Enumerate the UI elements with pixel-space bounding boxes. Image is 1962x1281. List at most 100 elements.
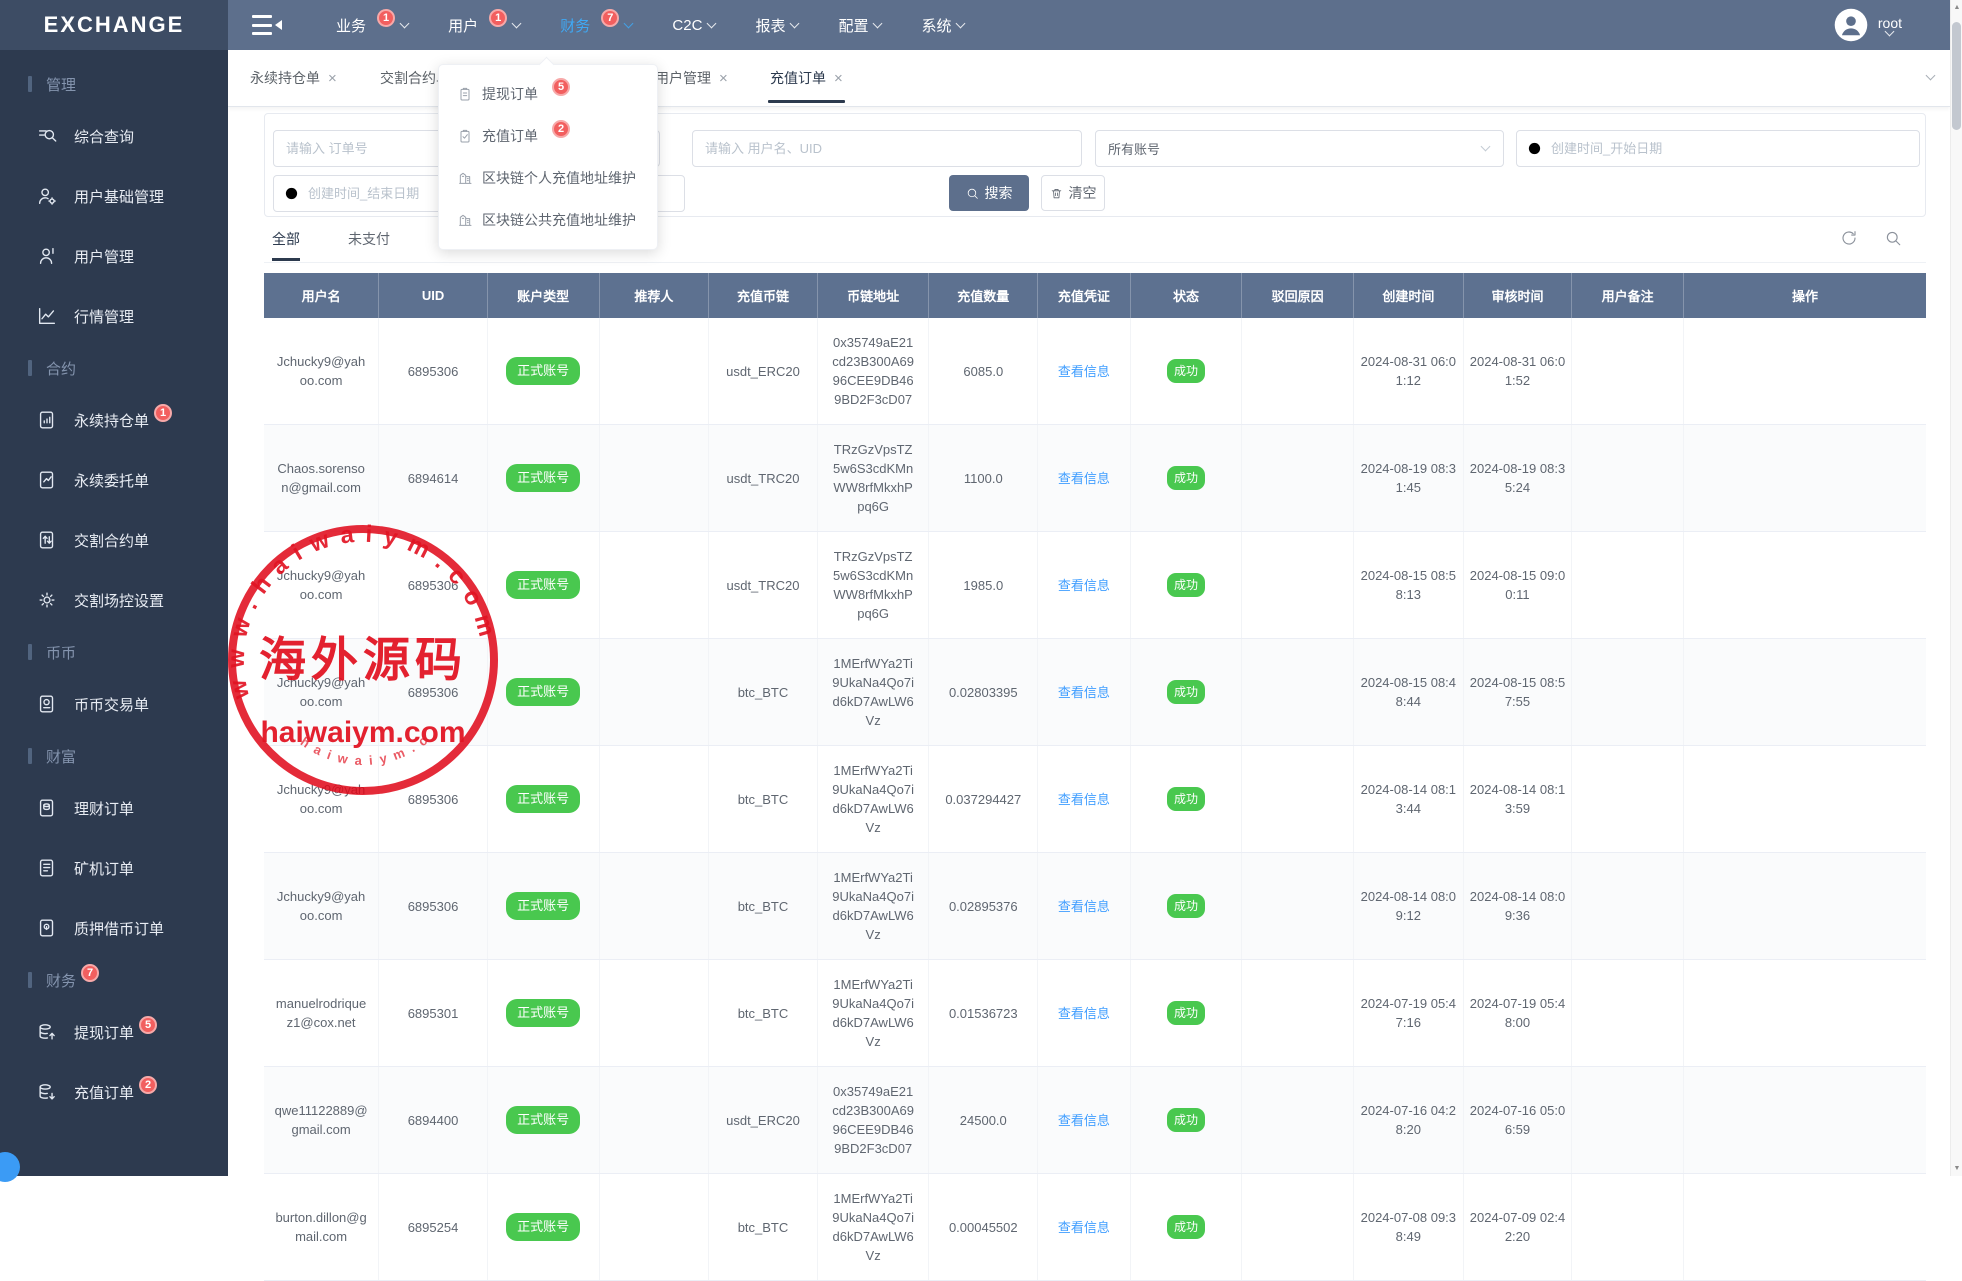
dropdown-item-label: 区块链个人充值地址维护 bbox=[482, 168, 636, 188]
cell-reject-reason bbox=[1242, 639, 1354, 746]
cell-amount: 0.00045502 bbox=[929, 1174, 1038, 1281]
sidebar-item-13[interactable]: 理财订单 bbox=[0, 778, 228, 838]
column-header-9: 驳回原因 bbox=[1242, 273, 1354, 318]
account-type-badge: 正式账号 bbox=[506, 1213, 580, 1241]
tab-0[interactable]: 永续持仓单× bbox=[250, 50, 337, 106]
tab-3[interactable]: 充值订单× bbox=[770, 50, 843, 106]
cell-status: 成功 bbox=[1130, 960, 1242, 1067]
refresh-icon[interactable] bbox=[1840, 229, 1858, 247]
cell-uid: 6894400 bbox=[379, 1067, 488, 1174]
clear-button[interactable]: 清空 bbox=[1041, 175, 1105, 211]
cell-chain: usdt_ERC20 bbox=[709, 1067, 818, 1174]
top-menu-6[interactable]: 系统 bbox=[921, 15, 964, 36]
start-date-input[interactable] bbox=[1516, 130, 1920, 167]
top-menu-2[interactable]: 财务7 bbox=[560, 15, 632, 36]
cell-voucher: 查看信息 bbox=[1038, 425, 1131, 532]
column-header-2: 账户类型 bbox=[487, 273, 599, 318]
close-icon[interactable]: × bbox=[328, 71, 337, 86]
sidebar-item-18[interactable]: 充值订单2 bbox=[0, 1062, 228, 1122]
sidebar-item-7[interactable]: 永续委托单 bbox=[0, 450, 228, 510]
sidebar-item-11[interactable]: 币币交易单 bbox=[0, 674, 228, 734]
view-info-link[interactable]: 查看信息 bbox=[1058, 685, 1110, 700]
user-menu[interactable]: root bbox=[1834, 8, 1902, 42]
cell-amount: 24500.0 bbox=[929, 1067, 1038, 1174]
page-scrollbar[interactable]: ▲ ▼ bbox=[1950, 0, 1962, 1176]
top-menu-1[interactable]: 用户1 bbox=[448, 15, 520, 36]
account-type-select[interactable]: 所有账号 bbox=[1095, 130, 1504, 167]
dropdown-item-2[interactable]: 区块链个人充值地址维护 bbox=[439, 157, 657, 199]
sidebar-item-3[interactable]: 用户管理 bbox=[0, 226, 228, 286]
main-content: 所有账号 搜索 清空 全部 未支付 用户名UID账户类型推荐人充值币链币链地址充值… bbox=[228, 107, 1950, 1176]
dropdown-item-0[interactable]: 提现订单5 bbox=[439, 73, 657, 115]
tab-overflow-chevron-icon[interactable] bbox=[1926, 71, 1936, 81]
cell-amount: 0.01536723 bbox=[929, 960, 1038, 1067]
top-menu-3[interactable]: C2C bbox=[672, 17, 715, 34]
close-icon[interactable]: × bbox=[834, 71, 843, 86]
cell-referrer bbox=[599, 318, 709, 425]
view-info-link[interactable]: 查看信息 bbox=[1058, 1006, 1110, 1021]
dropdown-item-1[interactable]: 充值订单2 bbox=[439, 115, 657, 157]
top-menu-label: 报表 bbox=[755, 15, 785, 36]
cell-reject-reason bbox=[1242, 425, 1354, 532]
scrollbar-thumb[interactable] bbox=[1952, 22, 1961, 130]
user-search-input[interactable] bbox=[692, 130, 1082, 167]
sidebar-item-6[interactable]: 永续持仓单1 bbox=[0, 390, 228, 450]
magnifier-icon[interactable] bbox=[1884, 229, 1902, 247]
scroll-up-icon[interactable]: ▲ bbox=[1951, 4, 1962, 11]
menu-collapse-button[interactable] bbox=[252, 15, 282, 35]
table-header-row: 用户名UID账户类型推荐人充值币链币链地址充值数量充值凭证状态驳回原因创建时间审… bbox=[264, 273, 1926, 318]
sidebar-item-15[interactable]: 质押借币订单 bbox=[0, 898, 228, 958]
sidebar-item-14[interactable]: 矿机订单 bbox=[0, 838, 228, 898]
cell-account-type: 正式账号 bbox=[487, 746, 599, 853]
sidebar-section-label: 财务 bbox=[46, 970, 76, 991]
cell-action bbox=[1683, 639, 1926, 746]
dropdown-item-label: 区块链公共充值地址维护 bbox=[482, 210, 636, 230]
top-menu-5[interactable]: 配置 bbox=[838, 15, 881, 36]
close-icon[interactable]: × bbox=[719, 71, 728, 86]
search-button[interactable]: 搜索 bbox=[949, 175, 1029, 211]
hamburger-icon bbox=[252, 15, 272, 18]
cell-action bbox=[1683, 532, 1926, 639]
cell-voucher: 查看信息 bbox=[1038, 1174, 1131, 1281]
sidebar-item-9[interactable]: 交割场控设置 bbox=[0, 570, 228, 630]
top-menu-label: C2C bbox=[672, 17, 702, 34]
subtab-0[interactable]: 全部 bbox=[272, 229, 300, 261]
cell-uid: 6895301 bbox=[379, 960, 488, 1067]
account-type-badge: 正式账号 bbox=[506, 571, 580, 599]
sidebar-item-17[interactable]: 提现订单5 bbox=[0, 1002, 228, 1062]
table-row: Jchucky9@yahoo.com6895306正式账号usdt_TRC20T… bbox=[264, 532, 1926, 639]
sidebar-item-4[interactable]: 行情管理 bbox=[0, 286, 228, 346]
cell-chain: btc_BTC bbox=[709, 960, 818, 1067]
sidebar-item-1[interactable]: 综合查询 bbox=[0, 106, 228, 166]
view-info-link[interactable]: 查看信息 bbox=[1058, 471, 1110, 486]
view-info-link[interactable]: 查看信息 bbox=[1058, 364, 1110, 379]
cell-user-remark bbox=[1572, 960, 1684, 1067]
count-badge: 1 bbox=[377, 9, 395, 27]
dropdown-item-3[interactable]: 区块链公共充值地址维护 bbox=[439, 199, 657, 241]
view-info-link[interactable]: 查看信息 bbox=[1058, 578, 1110, 593]
cell-username: Jchucky9@yahoo.com bbox=[264, 532, 379, 639]
cell-voucher: 查看信息 bbox=[1038, 746, 1131, 853]
view-info-link[interactable]: 查看信息 bbox=[1058, 792, 1110, 807]
subtab-1[interactable]: 未支付 bbox=[348, 229, 390, 261]
blockchain-address-icon bbox=[457, 212, 473, 228]
sidebar-item-8[interactable]: 交割合约单 bbox=[0, 510, 228, 570]
column-header-5: 币链地址 bbox=[817, 273, 929, 318]
sidebar: EXCHANGE 管理综合查询用户基础管理用户管理行情管理合约永续持仓单1永续委… bbox=[0, 0, 228, 1176]
view-info-link[interactable]: 查看信息 bbox=[1058, 1220, 1110, 1235]
top-menu-0[interactable]: 业务1 bbox=[336, 15, 408, 36]
cell-user-remark bbox=[1572, 425, 1684, 532]
cell-user-remark bbox=[1572, 1174, 1684, 1281]
top-menu-4[interactable]: 报表 bbox=[755, 15, 798, 36]
cell-chain-address: 1MErfWYa2Ti9UkaNa4Qo7id6kD7AwLW6Vz bbox=[817, 1174, 929, 1281]
dropdown-item-label: 提现订单 bbox=[482, 84, 538, 104]
count-badge: 1 bbox=[489, 9, 507, 27]
tab-2[interactable]: 用户管理× bbox=[655, 50, 728, 106]
cell-username: qwe11122889@gmail.com bbox=[264, 1067, 379, 1174]
doc-line-icon bbox=[36, 469, 58, 491]
sidebar-item-2[interactable]: 用户基础管理 bbox=[0, 166, 228, 226]
top-menu-label: 用户 bbox=[448, 15, 478, 36]
scroll-down-icon[interactable]: ▼ bbox=[1951, 1165, 1962, 1172]
view-info-link[interactable]: 查看信息 bbox=[1058, 899, 1110, 914]
view-info-link[interactable]: 查看信息 bbox=[1058, 1113, 1110, 1128]
